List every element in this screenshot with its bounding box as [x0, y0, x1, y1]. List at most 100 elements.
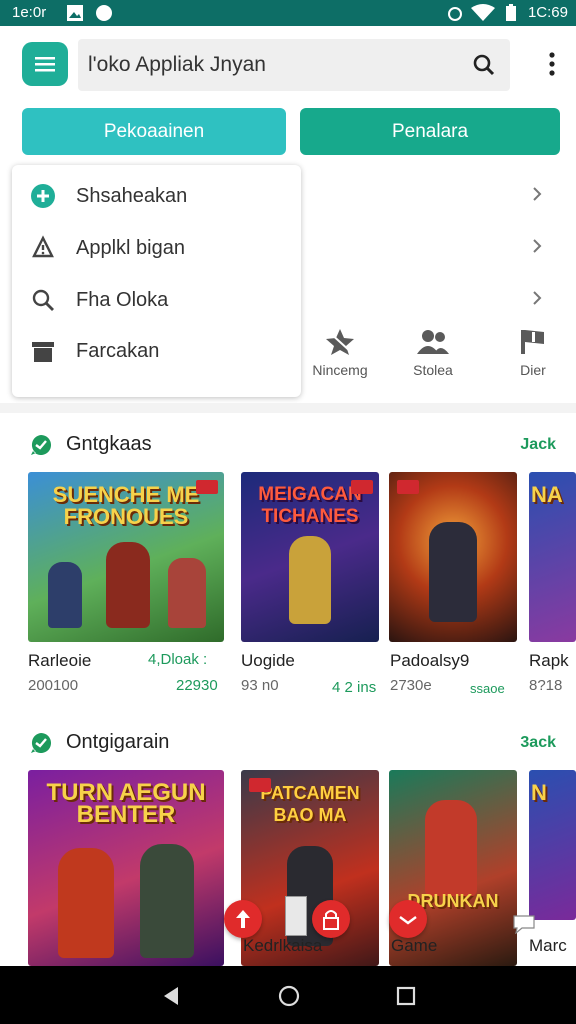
quick-action-nincemg[interactable]: Nincemg — [305, 328, 375, 378]
wifi-icon — [471, 4, 495, 21]
menu-button[interactable] — [22, 42, 68, 86]
menu-item-applkl-bigan[interactable]: Applkl bigan — [12, 223, 301, 271]
hero-figure — [425, 800, 477, 896]
chevron-right-icon[interactable] — [530, 291, 544, 305]
hero-figure — [106, 542, 150, 628]
cover-badge — [351, 480, 373, 494]
compass-icon — [96, 5, 112, 21]
game-title[interactable]: Uogide — [241, 651, 295, 671]
status-bar: 1e:0r 1C:69 — [0, 0, 576, 26]
hero-figure — [58, 848, 114, 958]
game-price: 4 2 ins — [332, 679, 377, 696]
game-price: 22930 — [176, 677, 218, 694]
chevron-right-icon[interactable] — [530, 239, 544, 253]
dropdown-menu: Shsaheakan Applkl bigan Fha Oloka Farcak… — [12, 165, 301, 397]
section-more-link[interactable]: 3ack — [520, 734, 556, 752]
primary-tab-button[interactable]: Pekoaainen — [22, 108, 286, 155]
cover-art-title: N — [531, 780, 547, 805]
chevron-down-icon — [399, 916, 417, 925]
game-title[interactable]: Rarleoie — [28, 651, 91, 671]
hero-figure — [289, 536, 331, 624]
menu-item-label: Applkl bigan — [76, 237, 185, 259]
quick-action-label: Nincemg — [312, 362, 368, 378]
alarm-icon — [448, 7, 462, 21]
upload-fab-button[interactable] — [224, 900, 262, 938]
quick-action-dier[interactable]: Dier — [498, 328, 568, 378]
chevron-right-icon[interactable] — [530, 187, 544, 201]
search-icon — [32, 289, 54, 311]
minimize-fab-button[interactable] — [389, 900, 427, 938]
chat-icon[interactable] — [512, 914, 536, 934]
game-subtitle: 2730e — [390, 677, 432, 694]
quick-action-label: Dier — [520, 362, 546, 378]
status-battery-text: 1C:69 — [527, 4, 568, 21]
more-options-icon[interactable] — [548, 52, 556, 76]
trash-icon — [32, 342, 54, 362]
cover-badge — [249, 778, 271, 792]
game-subtitle: 200100 — [28, 677, 79, 694]
game-title[interactable]: Kedrlkaisa — [243, 936, 322, 956]
section-divider — [0, 403, 576, 413]
section-header: Ontgigarain — [30, 731, 169, 754]
hero-figure — [429, 522, 477, 622]
game-cover-image[interactable]: NA — [529, 472, 576, 642]
recents-icon[interactable] — [396, 986, 416, 1006]
menu-item-label: Shsaheakan — [76, 185, 188, 207]
menu-item-shsaheakan[interactable]: Shsaheakan — [12, 171, 301, 219]
cover-art-title: NA — [531, 482, 563, 507]
cover-art-title: TURN AEGUN BENTER — [46, 779, 206, 828]
arrow-up-icon — [236, 910, 250, 928]
game-price: ssaoe — [470, 681, 505, 696]
plus-circle-icon — [31, 184, 55, 208]
secondary-tab-button[interactable]: Penalara — [300, 108, 560, 155]
game-price: 4,Dloak : — [148, 651, 208, 668]
section-header: Gntgkaas — [30, 433, 152, 456]
system-navigation-bar — [0, 966, 576, 1024]
game-cover-image[interactable] — [389, 472, 517, 642]
quick-action-stolea[interactable]: Stolea — [398, 328, 468, 378]
game-title[interactable]: Rapk — [529, 651, 569, 671]
menu-item-label: Fha Oloka — [76, 289, 169, 311]
bell-icon — [32, 235, 54, 258]
hamburger-icon — [35, 57, 55, 72]
search-icon[interactable] — [472, 53, 496, 77]
people-icon — [417, 330, 449, 354]
menu-item-farcakan[interactable]: Farcakan — [12, 326, 301, 374]
section-title: Gntgkaas — [66, 433, 152, 455]
menu-item-fha-oloka[interactable]: Fha Oloka — [12, 275, 301, 323]
search-input[interactable]: l'oko Appliak Jnyan — [88, 53, 266, 77]
status-time: 1e:0r — [12, 4, 47, 21]
hero-figure — [140, 844, 194, 958]
quick-action-label: Stolea — [413, 362, 453, 378]
lock-fab-button[interactable] — [312, 900, 350, 938]
game-cover-image[interactable]: SUENCHE ME FRONOUES — [28, 472, 224, 642]
back-icon[interactable] — [162, 986, 180, 1006]
search-field[interactable]: l'oko Appliak Jnyan — [78, 39, 510, 91]
cover-badge — [196, 480, 218, 494]
image-icon — [67, 5, 83, 21]
game-title[interactable]: Padoalsy9 — [390, 651, 469, 671]
hero-figure — [48, 562, 82, 628]
cover-art-title: SUENCHE ME FRONOUES — [52, 482, 200, 529]
hero-figure — [168, 558, 206, 628]
scroll-handle[interactable] — [285, 896, 307, 936]
section-more-link[interactable]: Jack — [520, 436, 556, 454]
flag-icon — [521, 330, 544, 354]
battery-icon — [506, 4, 516, 21]
game-cover-image[interactable]: N — [529, 770, 576, 920]
game-subtitle: 93 n0 — [241, 677, 279, 694]
menu-item-label: Farcakan — [76, 340, 160, 362]
chat-bubble-icon — [31, 434, 51, 455]
game-subtitle: 8?18 — [529, 677, 563, 694]
home-icon[interactable] — [278, 985, 300, 1007]
game-title[interactable]: Marc — [529, 936, 567, 956]
top-bar: l'oko Appliak Jnyan — [0, 26, 576, 110]
cover-badge — [397, 480, 419, 494]
game-title[interactable]: Game — [391, 936, 437, 956]
chat-bubble-icon — [31, 732, 51, 753]
star-icon — [326, 329, 354, 355]
game-cover-image[interactable]: TURN AEGUN BENTER — [28, 770, 224, 966]
lock-icon — [323, 910, 339, 930]
game-cover-image[interactable]: MEIGACAN TICHANES — [241, 472, 379, 642]
section-title: Ontgigarain — [66, 731, 170, 753]
